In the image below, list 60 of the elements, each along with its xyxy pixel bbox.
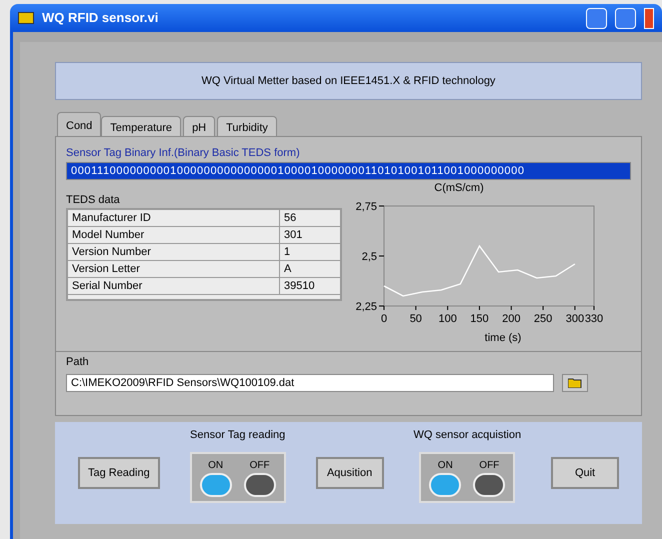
binary-label: Sensor Tag Binary Inf.(Binary Basic TEDS form): [66, 146, 301, 161]
title-banner: WQ Virtual Metter based on IEEE1451.X & RFID technology: [55, 62, 642, 100]
tab[interactable]: Cond: [57, 112, 102, 136]
on-off-switch[interactable]: ON OFF: [190, 452, 286, 503]
table-cell-text: 39510: [283, 279, 316, 294]
on-label: ON: [208, 458, 224, 473]
x-tick-label: 150: [470, 313, 489, 325]
path-field[interactable]: C:\IMEKO2009\RFID Sensors\WQ100109.dat: [66, 374, 554, 392]
tab[interactable]: Temperature: [101, 116, 182, 136]
action-button[interactable]: Aqusition: [316, 457, 384, 489]
folder-icon: [568, 378, 582, 388]
y-tick: 2,5: [362, 251, 384, 263]
x-tick: 330: [584, 306, 604, 325]
table-cell-text: A: [283, 262, 292, 277]
tab[interactable]: pH: [183, 116, 216, 136]
action-button[interactable]: Quit: [551, 457, 620, 489]
x-axis-label: time (s): [484, 331, 522, 346]
y-tick-label: 2,75: [356, 201, 377, 213]
maximize-button[interactable]: [615, 8, 636, 28]
y-axis-label: C(mS/cm): [434, 180, 484, 196]
on-off-switch[interactable]: ON OFF: [419, 452, 516, 503]
table-cell: Version Number: [68, 244, 280, 260]
table-cell: Serial Number: [68, 278, 280, 294]
minimize-button[interactable]: [586, 8, 607, 28]
table-cell: Manufacturer ID: [68, 210, 280, 226]
switch-title: WQ sensor acquistion: [414, 428, 522, 444]
y-tick-label: 2,5: [362, 251, 377, 263]
x-tick-label: 200: [502, 313, 520, 325]
tab[interactable]: Turbidity: [217, 116, 277, 136]
table-cell: Version Letter: [68, 261, 280, 277]
on-label: ON: [438, 458, 453, 473]
y-tick-label: 2,25: [356, 301, 377, 313]
x-tick: 300: [566, 306, 584, 325]
action-button[interactable]: Tag Reading: [78, 457, 160, 489]
table-cell-text: 56: [283, 211, 298, 226]
table-cell-text: 301: [283, 228, 304, 243]
x-tick-label: 330: [584, 313, 604, 325]
off-label: OFF: [250, 458, 270, 473]
app-icon: [18, 12, 34, 24]
off-label: OFF: [479, 458, 500, 473]
x-tick-label: 50: [410, 313, 422, 325]
teds-label: TEDS data: [66, 192, 121, 208]
table-cell-text: 1: [283, 245, 292, 260]
table-cell: Model Number: [68, 227, 280, 243]
close-button[interactable]: [644, 8, 654, 28]
x-tick: 150: [470, 306, 489, 325]
x-tick-label: 0: [380, 313, 388, 325]
x-tick-label: 300: [566, 313, 584, 325]
y-tick: 2,75: [356, 201, 384, 213]
x-tick-label: 250: [534, 313, 552, 325]
switch-title: Sensor Tag reading: [190, 428, 286, 444]
browse-button[interactable]: [562, 374, 588, 392]
x-tick: 200: [502, 306, 520, 325]
x-tick: 250: [534, 306, 552, 325]
x-tick-label: 100: [438, 313, 457, 325]
binary-field[interactable]: 00011100000000010000000000000001000010000000110101001011001000000000: [66, 162, 631, 180]
x-tick: 100: [438, 306, 457, 325]
window-title: WQ RFID sensor.vi: [42, 9, 158, 28]
x-tick: 50: [410, 306, 422, 325]
path-label: Path: [66, 355, 90, 370]
